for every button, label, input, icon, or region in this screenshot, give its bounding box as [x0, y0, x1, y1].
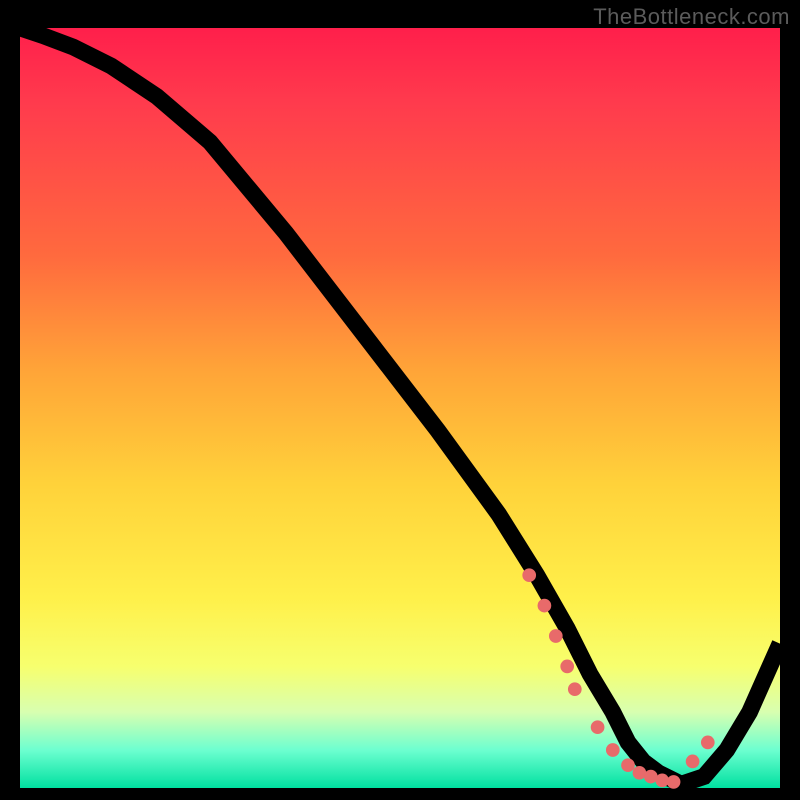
marker-dot [522, 568, 536, 582]
marker-dot [667, 775, 681, 789]
marker-dot [686, 755, 700, 769]
watermark-label: TheBottleneck.com [593, 4, 790, 30]
marker-dot [568, 682, 582, 696]
marker-dot [591, 720, 605, 734]
curve-svg [20, 28, 780, 788]
marker-dot [621, 758, 635, 772]
marker-dot [560, 660, 574, 674]
gradient-plot-area [20, 28, 780, 788]
marker-dot [606, 743, 620, 757]
marker-dot [538, 599, 552, 613]
chart-frame: TheBottleneck.com [0, 0, 800, 800]
marker-dot [549, 629, 563, 643]
bottleneck-curve [20, 28, 780, 784]
marker-dot [701, 736, 715, 750]
